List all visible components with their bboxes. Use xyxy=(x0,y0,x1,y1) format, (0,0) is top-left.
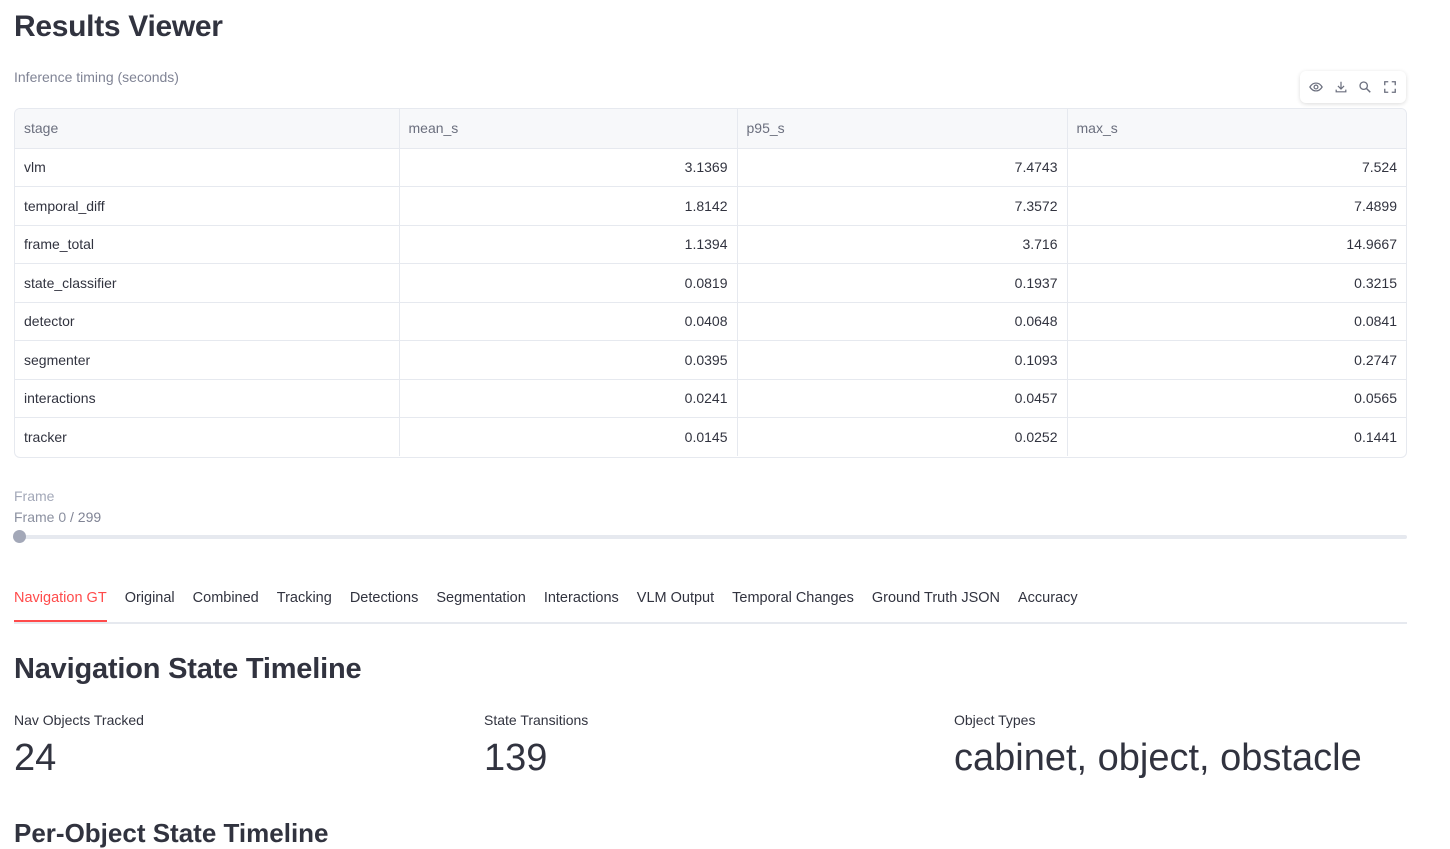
table-row: state_classifier 0.0819 0.1937 0.3215 xyxy=(15,263,1406,303)
tab-navigation-gt[interactable]: Navigation GT xyxy=(14,585,107,622)
column-header-max[interactable]: max_s xyxy=(1067,109,1406,149)
cell-stage[interactable]: temporal_diff xyxy=(15,186,400,226)
cell-mean[interactable]: 1.8142 xyxy=(399,186,738,226)
cell-p95[interactable]: 7.4743 xyxy=(737,148,1068,187)
section-title: Navigation State Timeline xyxy=(14,653,362,685)
metric-value: cabinet, object, obstacle xyxy=(954,737,1362,779)
cell-p95[interactable]: 0.1093 xyxy=(737,340,1068,380)
frame-slider-track[interactable] xyxy=(14,535,1407,539)
eye-icon[interactable] xyxy=(1306,77,1326,97)
cell-max[interactable]: 0.3215 xyxy=(1067,263,1406,303)
cell-mean[interactable]: 3.1369 xyxy=(399,148,738,187)
fullscreen-icon[interactable] xyxy=(1380,77,1400,97)
cell-mean[interactable]: 0.0819 xyxy=(399,263,738,303)
table-row: temporal_diff 1.8142 7.3572 7.4899 xyxy=(15,186,1406,226)
timing-caption: Inference timing (seconds) xyxy=(14,69,179,85)
frame-slider-value: Frame 0 / 299 xyxy=(14,509,101,525)
frame-slider-max: / 299 xyxy=(70,509,102,525)
cell-p95[interactable]: 0.0252 xyxy=(737,417,1068,456)
cell-max[interactable]: 0.0565 xyxy=(1067,379,1406,418)
column-header-stage[interactable]: stage xyxy=(15,109,400,149)
cell-stage[interactable]: interactions xyxy=(15,379,400,418)
tab-detections[interactable]: Detections xyxy=(350,585,419,620)
tab-interactions[interactable]: Interactions xyxy=(544,585,619,620)
tab-combined[interactable]: Combined xyxy=(193,585,259,620)
cell-p95[interactable]: 0.1937 xyxy=(737,263,1068,303)
cell-stage[interactable]: frame_total xyxy=(15,225,400,264)
cell-mean[interactable]: 0.0145 xyxy=(399,417,738,456)
metric-nav-objects: Nav Objects Tracked 24 xyxy=(14,712,144,782)
metric-label: Nav Objects Tracked xyxy=(14,712,144,728)
cell-stage[interactable]: segmenter xyxy=(15,340,400,380)
column-header-p95[interactable]: p95_s xyxy=(737,109,1068,149)
cell-p95[interactable]: 3.716 xyxy=(737,225,1068,264)
metric-label: Object Types xyxy=(954,712,1036,728)
frame-slider-label: Frame xyxy=(14,488,55,504)
cell-max[interactable]: 0.0841 xyxy=(1067,302,1406,341)
metric-value: 139 xyxy=(484,737,548,779)
cell-p95[interactable]: 0.0648 xyxy=(737,302,1068,341)
cell-mean[interactable]: 0.0395 xyxy=(399,340,738,380)
page-title: Results Viewer xyxy=(14,10,223,43)
metric-label: State Transitions xyxy=(484,712,589,728)
table-row: tracker 0.0145 0.0252 0.1441 xyxy=(15,417,1406,457)
tab-original[interactable]: Original xyxy=(125,585,175,620)
cell-max[interactable]: 14.9667 xyxy=(1067,225,1406,264)
cell-max[interactable]: 7.524 xyxy=(1067,148,1406,187)
frame-slider-current: 0 xyxy=(58,509,67,525)
tab-temporal-changes[interactable]: Temporal Changes xyxy=(732,585,854,620)
cell-p95[interactable]: 7.3572 xyxy=(737,186,1068,226)
frame-slider-thumb[interactable] xyxy=(13,530,26,543)
tab-vlm-output[interactable]: VLM Output xyxy=(637,585,714,620)
cell-p95[interactable]: 0.0457 xyxy=(737,379,1068,418)
frame-slider-value-prefix: Frame xyxy=(14,509,55,525)
cell-max[interactable]: 7.4899 xyxy=(1067,186,1406,226)
search-icon[interactable] xyxy=(1355,77,1375,97)
dataframe-toolbar xyxy=(1300,71,1406,103)
metric-object-types: Object Types cabinet, object, obstacle xyxy=(954,712,1362,782)
cell-mean[interactable]: 1.1394 xyxy=(399,225,738,264)
cell-mean[interactable]: 0.0241 xyxy=(399,379,738,418)
table-row: vlm 3.1369 7.4743 7.524 xyxy=(15,148,1406,187)
table-row: detector 0.0408 0.0648 0.0841 xyxy=(15,302,1406,341)
metric-state-transitions: State Transitions 139 xyxy=(484,712,588,782)
cell-stage[interactable]: detector xyxy=(15,302,400,341)
cell-stage[interactable]: vlm xyxy=(15,148,400,187)
cell-mean[interactable]: 0.0408 xyxy=(399,302,738,341)
table-header-row: stage mean_s p95_s max_s xyxy=(15,109,1406,149)
cell-max[interactable]: 0.2747 xyxy=(1067,340,1406,380)
cell-stage[interactable]: tracker xyxy=(15,417,400,456)
table-row: segmenter 0.0395 0.1093 0.2747 xyxy=(15,340,1406,380)
table-row: interactions 0.0241 0.0457 0.0565 xyxy=(15,379,1406,418)
metric-value: 24 xyxy=(14,737,57,779)
tab-tracking[interactable]: Tracking xyxy=(277,585,332,620)
cell-stage[interactable]: state_classifier xyxy=(15,263,400,303)
download-icon[interactable] xyxy=(1331,77,1351,97)
table-row: frame_total 1.1394 3.716 14.9667 xyxy=(15,225,1406,264)
timing-table[interactable]: stage mean_s p95_s max_s vlm 3.1369 7.47… xyxy=(14,108,1407,458)
tab-accuracy[interactable]: Accuracy xyxy=(1018,585,1078,620)
tab-segmentation[interactable]: Segmentation xyxy=(436,585,525,620)
column-header-mean[interactable]: mean_s xyxy=(399,109,738,149)
tab-bar: Navigation GT Original Combined Tracking… xyxy=(14,585,1407,624)
tab-ground-truth-json[interactable]: Ground Truth JSON xyxy=(872,585,1000,620)
cell-max[interactable]: 0.1441 xyxy=(1067,418,1406,457)
